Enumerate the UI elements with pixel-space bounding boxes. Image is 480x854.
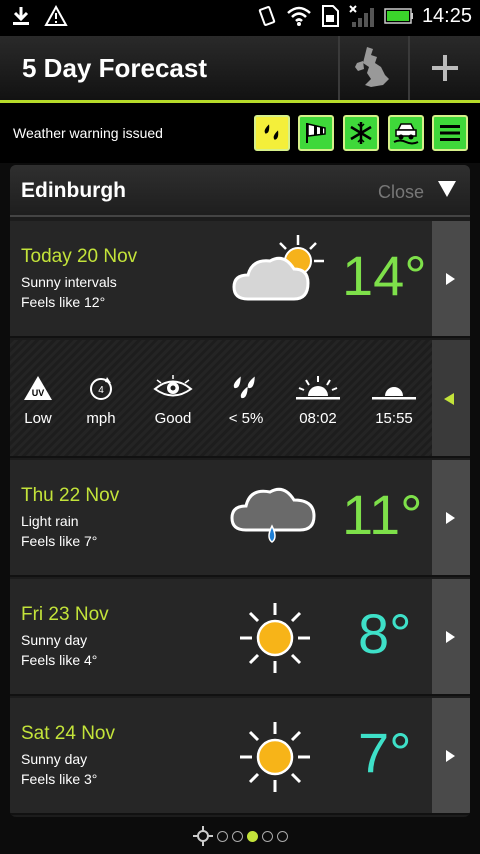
sunset-time: 15:55 — [375, 410, 413, 427]
warning-ice-button[interactable] — [388, 115, 424, 151]
day-temperature: 11° — [342, 483, 423, 546]
locate-crosshair-icon[interactable] — [192, 826, 213, 846]
sunrise-icon — [296, 376, 340, 400]
icy-road-car-icon — [393, 123, 419, 145]
sunrise: 08:02 — [283, 374, 353, 427]
warning-bar: Weather warning issued — [0, 103, 480, 163]
day-feels-like: Feels like 12° — [21, 294, 106, 310]
rain-drops-icon — [233, 376, 255, 399]
windsock-icon — [306, 123, 326, 143]
uv-index: UV Low — [10, 374, 73, 427]
sun-icon — [240, 722, 310, 792]
expand-arrow-icon — [446, 750, 455, 762]
rain-drops-icon — [264, 124, 279, 140]
download-icon — [13, 7, 29, 25]
rain-value: < 5% — [228, 410, 264, 427]
day-description: Sunny day — [21, 751, 88, 767]
expand-arrow-button[interactable] — [432, 460, 470, 575]
expand-arrow-icon — [446, 512, 455, 524]
expand-arrow-icon — [446, 273, 455, 285]
signal-icon — [349, 5, 374, 27]
day-temperature: 7° — [358, 721, 412, 784]
day-temperature: 8° — [358, 602, 412, 665]
svg-text:UV: UV — [32, 388, 45, 398]
wind-compass-icon: 4 — [90, 377, 112, 400]
warning-snow-button[interactable] — [343, 115, 379, 151]
day-date: Thu 22 Nov — [21, 485, 120, 506]
snowflake-icon — [350, 122, 372, 144]
wind-unit: mph — [86, 410, 116, 427]
wifi-icon — [287, 6, 311, 26]
day-feels-like: Feels like 4° — [21, 652, 98, 668]
warning-menu-button[interactable] — [432, 115, 468, 151]
svg-text:4: 4 — [98, 385, 104, 396]
page-dot[interactable] — [261, 830, 273, 842]
plus-icon — [432, 55, 458, 81]
forecast-day[interactable]: Sat 24 Nov Sunny day Feels like 3° 7° — [10, 698, 470, 815]
location-header: Edinburgh Close — [10, 165, 470, 217]
uv-value: Low — [24, 410, 52, 427]
light-rain-icon — [230, 487, 316, 543]
expand-arrow-button[interactable] — [432, 698, 470, 813]
add-location-button[interactable] — [408, 36, 480, 100]
sun-icon — [240, 603, 310, 673]
sim-card-icon — [321, 5, 339, 27]
page-title: 5 Day Forecast — [22, 53, 207, 83]
forecast-day[interactable]: Thu 22 Nov Light rain Feels like 7° 11° — [10, 460, 470, 577]
today-details-panel: UV Low 4 mph Good < 5% 08:02 15:55 — [10, 340, 470, 458]
collapse-arrow-button[interactable] — [432, 340, 470, 456]
sunrise-time: 08:02 — [299, 410, 337, 427]
day-description: Sunny day — [21, 632, 88, 648]
forecast-day-today[interactable]: Today 20 Nov Sunny intervals Feels like … — [10, 221, 470, 338]
status-bar: 14:25 — [0, 0, 480, 36]
rain-chance: < 5% — [211, 374, 281, 427]
vibrate-icon — [258, 6, 276, 26]
sunny-intervals-icon — [232, 235, 324, 301]
page-dot[interactable] — [231, 830, 243, 842]
visibility-value: Good — [154, 410, 192, 427]
forecast-card: Edinburgh Close Today 20 Nov Sunny inter… — [10, 165, 470, 817]
location-name: Edinburgh — [21, 179, 126, 202]
uk-map-button[interactable] — [338, 36, 408, 100]
collapse-arrow-icon — [444, 393, 454, 405]
uk-map-icon — [355, 47, 389, 87]
day-feels-like: Feels like 7° — [21, 533, 98, 549]
page-dot[interactable] — [216, 830, 228, 842]
day-description: Light rain — [21, 513, 79, 529]
forecast-day[interactable]: Fri 23 Nov Sunny day Feels like 4° 8° — [10, 579, 470, 696]
sunset-icon — [372, 387, 416, 400]
menu-lines-icon — [440, 125, 460, 141]
expand-arrow-icon — [446, 631, 455, 643]
battery-icon — [384, 8, 413, 24]
day-date: Fri 23 Nov — [21, 604, 109, 625]
day-date: Today 20 Nov — [21, 246, 138, 267]
warning-text: Weather warning issued — [13, 125, 163, 141]
warning-wind-button[interactable] — [298, 115, 334, 151]
expand-arrow-button[interactable] — [432, 221, 470, 336]
uv-icon: UV — [24, 376, 52, 400]
day-feels-like: Feels like 3° — [21, 771, 98, 787]
day-description: Sunny intervals — [21, 274, 117, 290]
page-indicator — [0, 826, 480, 846]
warning-rain-button[interactable] — [254, 115, 290, 151]
app-header: 5 Day Forecast — [0, 36, 480, 100]
close-button[interactable]: Close — [378, 182, 424, 203]
page-dot-active[interactable] — [246, 830, 258, 842]
eye-icon — [153, 375, 193, 397]
clock: 14:25 — [421, 4, 472, 27]
day-date: Sat 24 Nov — [21, 723, 115, 744]
sunset: 15:55 — [359, 374, 429, 427]
expand-arrow-button[interactable] — [432, 579, 470, 694]
alert-triangle-icon — [44, 5, 68, 26]
collapse-triangle-icon[interactable] — [438, 181, 456, 197]
page-dot[interactable] — [276, 830, 288, 842]
visibility: Good — [138, 374, 208, 427]
wind-speed: 4 mph — [66, 374, 136, 427]
day-temperature: 14° — [342, 244, 427, 307]
